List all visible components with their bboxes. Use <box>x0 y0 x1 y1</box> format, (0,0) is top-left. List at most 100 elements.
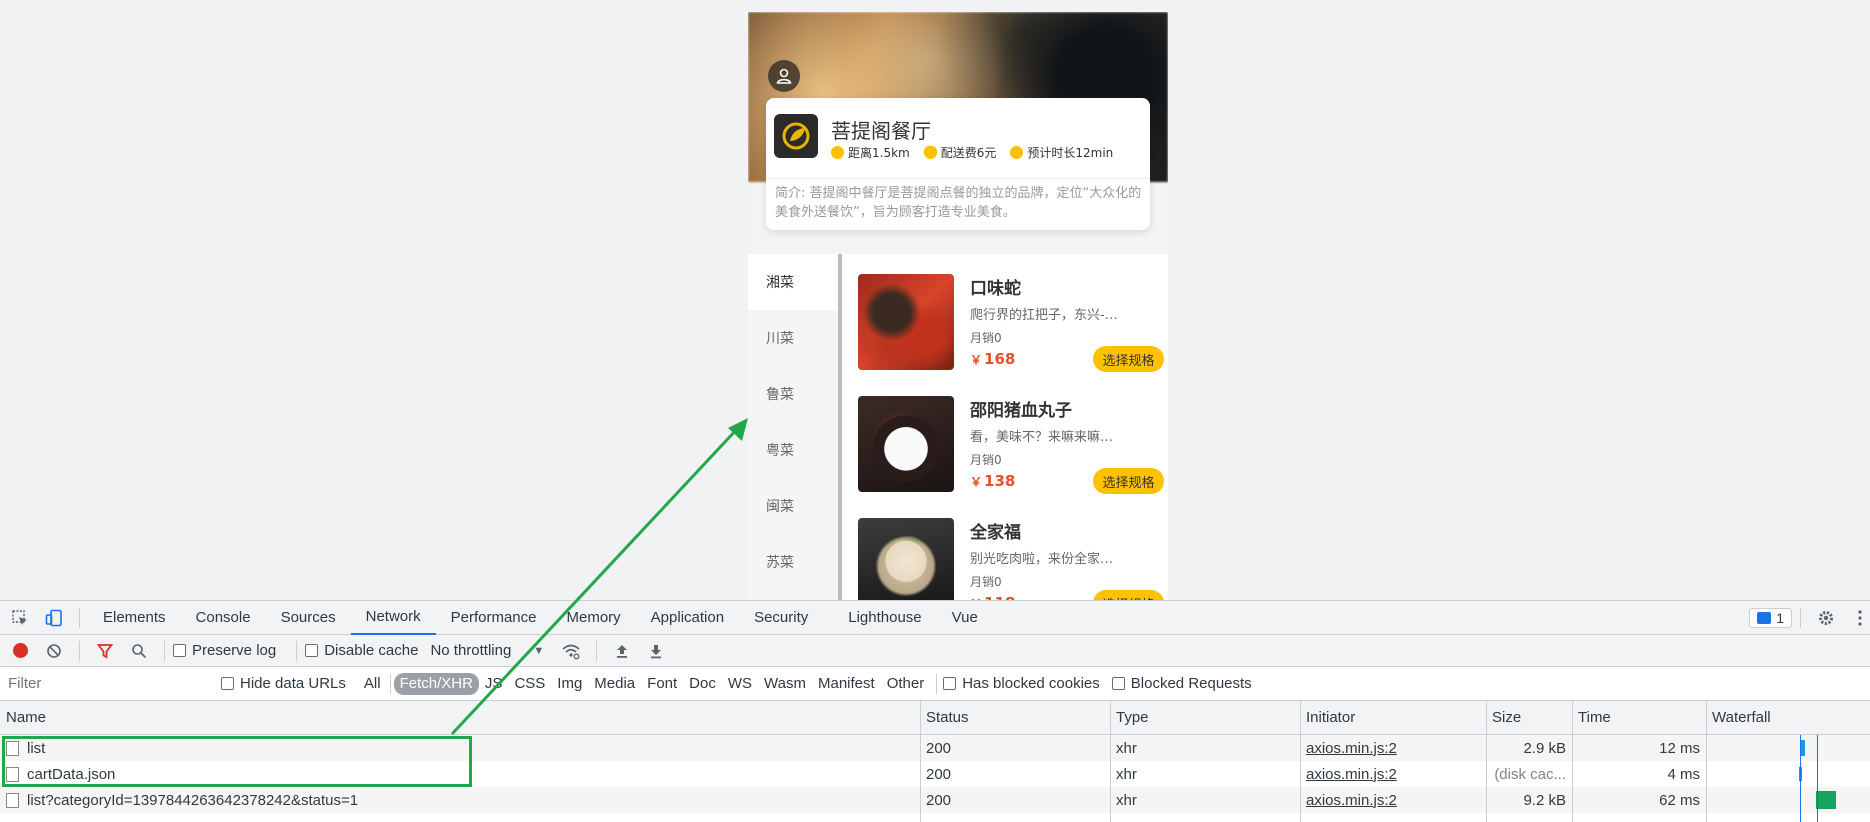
column-header-time[interactable]: Time <box>1572 701 1706 734</box>
checkbox[interactable] <box>1111 677 1125 690</box>
has-blocked-cookies-checkbox[interactable]: Has blocked cookies <box>943 675 1100 692</box>
filter-type-media[interactable]: Media <box>588 673 641 695</box>
inspect-element-icon[interactable] <box>10 608 30 628</box>
dropdown-caret-icon: ▼ <box>533 644 545 657</box>
checkbox[interactable] <box>173 644 186 657</box>
tab-vue[interactable]: Vue <box>937 601 993 635</box>
column-divider[interactable] <box>1486 701 1487 822</box>
checkbox[interactable] <box>943 677 957 690</box>
network-conditions-icon[interactable] <box>561 641 581 661</box>
hide-data-urls-label: Hide data URLs <box>240 675 346 692</box>
filter-type-all[interactable]: All <box>358 673 387 695</box>
checkbox[interactable] <box>305 644 319 657</box>
select-spec-button[interactable]: 选择规格 <box>1093 590 1164 600</box>
filter-type-other[interactable]: Other <box>881 673 931 695</box>
category-item-fujian[interactable]: 闽菜 <box>748 478 838 534</box>
filter-icon[interactable] <box>95 641 115 661</box>
column-divider[interactable] <box>920 701 921 822</box>
filter-type-ws[interactable]: WS <box>722 673 758 695</box>
request-initiator-link[interactable]: axios.min.js:2 <box>1306 740 1397 757</box>
leaf-logo-icon <box>782 122 810 150</box>
column-header-status[interactable]: Status <box>920 701 1110 734</box>
filter-type-img[interactable]: Img <box>551 673 588 695</box>
table-row[interactable]: list?categoryId=1397844263642378242&stat… <box>0 787 1870 813</box>
money-bag-icon <box>923 146 937 159</box>
divider <box>296 640 298 661</box>
table-header: Name Status Type Initiator Size Time Wat… <box>0 701 1870 735</box>
record-icon[interactable] <box>10 641 30 661</box>
request-type: xhr <box>1116 791 1137 809</box>
filter-type-js[interactable]: JS <box>479 673 509 695</box>
category-item-hunan[interactable]: 湘菜 <box>748 254 838 310</box>
column-divider[interactable] <box>1572 701 1573 822</box>
select-spec-button[interactable]: 选择规格 <box>1093 346 1164 372</box>
tab-console[interactable]: Console <box>181 601 266 635</box>
message-icon <box>1757 611 1772 624</box>
column-divider[interactable] <box>1706 701 1707 822</box>
tab-network[interactable]: Network <box>350 601 436 635</box>
user-avatar-button[interactable] <box>768 60 800 92</box>
filter-input[interactable] <box>4 672 207 695</box>
delivery-fee-text: 配送费6元 <box>940 146 997 160</box>
column-header-size[interactable]: Size <box>1486 701 1572 734</box>
request-initiator-link[interactable]: axios.min.js:2 <box>1306 792 1397 809</box>
column-header-waterfall[interactable]: Waterfall <box>1706 701 1870 734</box>
tab-memory[interactable]: Memory <box>552 601 636 635</box>
dish-card[interactable]: 全家福 别光吃肉啦，来份全家… 月销0 ￥118 选择规格 <box>858 518 1164 600</box>
throttling-select[interactable]: No throttling ▼ <box>430 642 544 659</box>
divider <box>936 673 938 694</box>
tab-sources[interactable]: Sources <box>266 601 351 635</box>
column-divider[interactable] <box>1300 701 1301 822</box>
tab-lighthouse[interactable]: Lighthouse <box>833 601 936 635</box>
filter-type-css[interactable]: CSS <box>508 673 551 695</box>
blocked-requests-checkbox[interactable]: Blocked Requests <box>1111 675 1252 692</box>
network-toolbar: Preserve log Disable cache No throttling… <box>0 635 1870 667</box>
filter-type-fetch-xhr[interactable]: Fetch/XHR <box>393 672 479 695</box>
filter-type-font[interactable]: Font <box>641 673 683 695</box>
settings-gear-icon[interactable] <box>1816 608 1836 628</box>
request-status: 200 <box>926 791 952 809</box>
filter-type-manifest[interactable]: Manifest <box>812 673 881 695</box>
category-item-sichuan[interactable]: 川菜 <box>748 310 838 366</box>
dish-monthly-sales: 月销0 <box>970 575 1002 589</box>
checkbox[interactable] <box>221 677 234 690</box>
disable-cache-checkbox[interactable]: Disable cache <box>305 642 418 659</box>
disable-cache-label: Disable cache <box>324 642 419 659</box>
hide-data-urls-checkbox[interactable]: Hide data URLs <box>221 675 346 692</box>
category-item-cantonese[interactable]: 粤菜 <box>748 422 838 478</box>
issues-badge[interactable]: 1 <box>1749 607 1792 628</box>
search-icon[interactable] <box>129 641 149 661</box>
category-item-shandong[interactable]: 鲁菜 <box>748 366 838 422</box>
clear-icon[interactable] <box>44 641 64 661</box>
import-har-icon[interactable] <box>612 641 632 661</box>
column-header-initiator[interactable]: Initiator <box>1300 701 1486 734</box>
category-item-jiangsu[interactable]: 苏菜 <box>748 534 838 590</box>
export-har-icon[interactable] <box>646 641 666 661</box>
divider <box>79 640 80 661</box>
more-options-icon[interactable] <box>1850 608 1870 628</box>
filter-type-wasm[interactable]: Wasm <box>758 673 812 695</box>
tab-elements[interactable]: Elements <box>88 601 181 635</box>
divider <box>389 673 391 694</box>
dish-image <box>858 396 954 492</box>
tab-security[interactable]: Security <box>739 601 823 635</box>
tab-application[interactable]: Application <box>636 601 739 635</box>
preserve-log-checkbox[interactable]: Preserve log <box>173 642 276 659</box>
dish-card[interactable]: 邵阳猪血丸子 看，美味不？来嘛来嘛… 月销0 ￥ 138 选择规格 <box>858 396 1164 494</box>
request-initiator-link[interactable]: axios.min.js:2 <box>1306 766 1397 783</box>
dish-price: ￥ 138 <box>970 472 1015 490</box>
device-toolbar-icon[interactable] <box>44 608 64 628</box>
column-header-type[interactable]: Type <box>1110 701 1300 734</box>
select-spec-button[interactable]: 选择规格 <box>1093 468 1164 494</box>
column-divider[interactable] <box>1110 701 1111 822</box>
dish-monthly-sales: 月销0 <box>970 453 1002 467</box>
delivery-fee-info: 配送费6元 <box>923 144 997 161</box>
clock-icon <box>831 146 844 159</box>
request-time: 12 ms <box>1659 739 1700 757</box>
tab-performance[interactable]: Performance <box>436 601 552 635</box>
column-header-name[interactable]: Name <box>0 701 920 734</box>
dish-description: 别光吃肉啦，来份全家… <box>970 552 1114 567</box>
dish-card[interactable]: 口味蛇 爬行界的扛把子，东兴-… 月销0 ￥ 168 选择规格 <box>858 274 1164 372</box>
dish-description: 看，美味不？来嘛来嘛… <box>970 430 1114 445</box>
filter-type-doc[interactable]: Doc <box>683 673 722 695</box>
